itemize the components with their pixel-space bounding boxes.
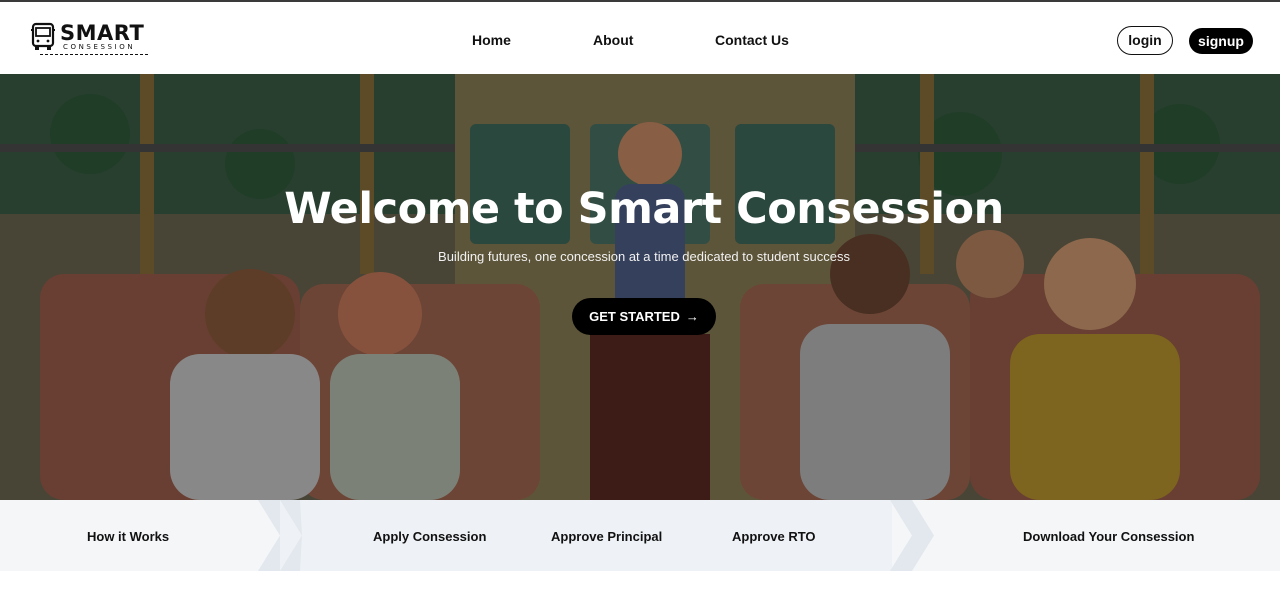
hero-background-image xyxy=(0,74,1280,500)
step-download-consession[interactable]: Download Your Consession xyxy=(1023,529,1194,544)
nav-contact-link[interactable]: Contact Us xyxy=(715,32,789,48)
arrow-right-icon: → xyxy=(685,309,699,324)
nav-home-link[interactable]: Home xyxy=(472,32,511,48)
navbar: SMART CONSESSION Home About Contact Us l… xyxy=(0,0,1280,74)
step-approve-rto[interactable]: Approve RTO xyxy=(732,529,816,544)
step-how-it-works: How it Works xyxy=(87,529,170,544)
hero-subtitle: Building futures, one concession at a ti… xyxy=(438,249,850,264)
get-started-label: GET STARTED xyxy=(589,309,680,324)
signup-button[interactable]: signup xyxy=(1189,28,1253,54)
step-approve-principal[interactable]: Approve Principal xyxy=(551,529,662,544)
logo-tagline: CONSESSION xyxy=(63,43,136,51)
logo[interactable]: SMART CONSESSION xyxy=(30,20,150,60)
get-started-button[interactable]: GET STARTED → xyxy=(572,298,716,335)
login-button[interactable]: login xyxy=(1117,26,1173,55)
hero-title: Welcome to Smart Consession xyxy=(284,184,1004,234)
bus-icon xyxy=(31,22,55,50)
logo-text: SMART xyxy=(60,21,145,45)
logo-divider xyxy=(40,54,148,55)
steps-bar: How it Works Apply Consession Approve Pr… xyxy=(0,500,1280,571)
nav-about-link[interactable]: About xyxy=(593,32,633,48)
hero-section: Welcome to Smart Consession Building fut… xyxy=(0,74,1280,500)
step-apply-consession[interactable]: Apply Consession xyxy=(373,529,486,544)
